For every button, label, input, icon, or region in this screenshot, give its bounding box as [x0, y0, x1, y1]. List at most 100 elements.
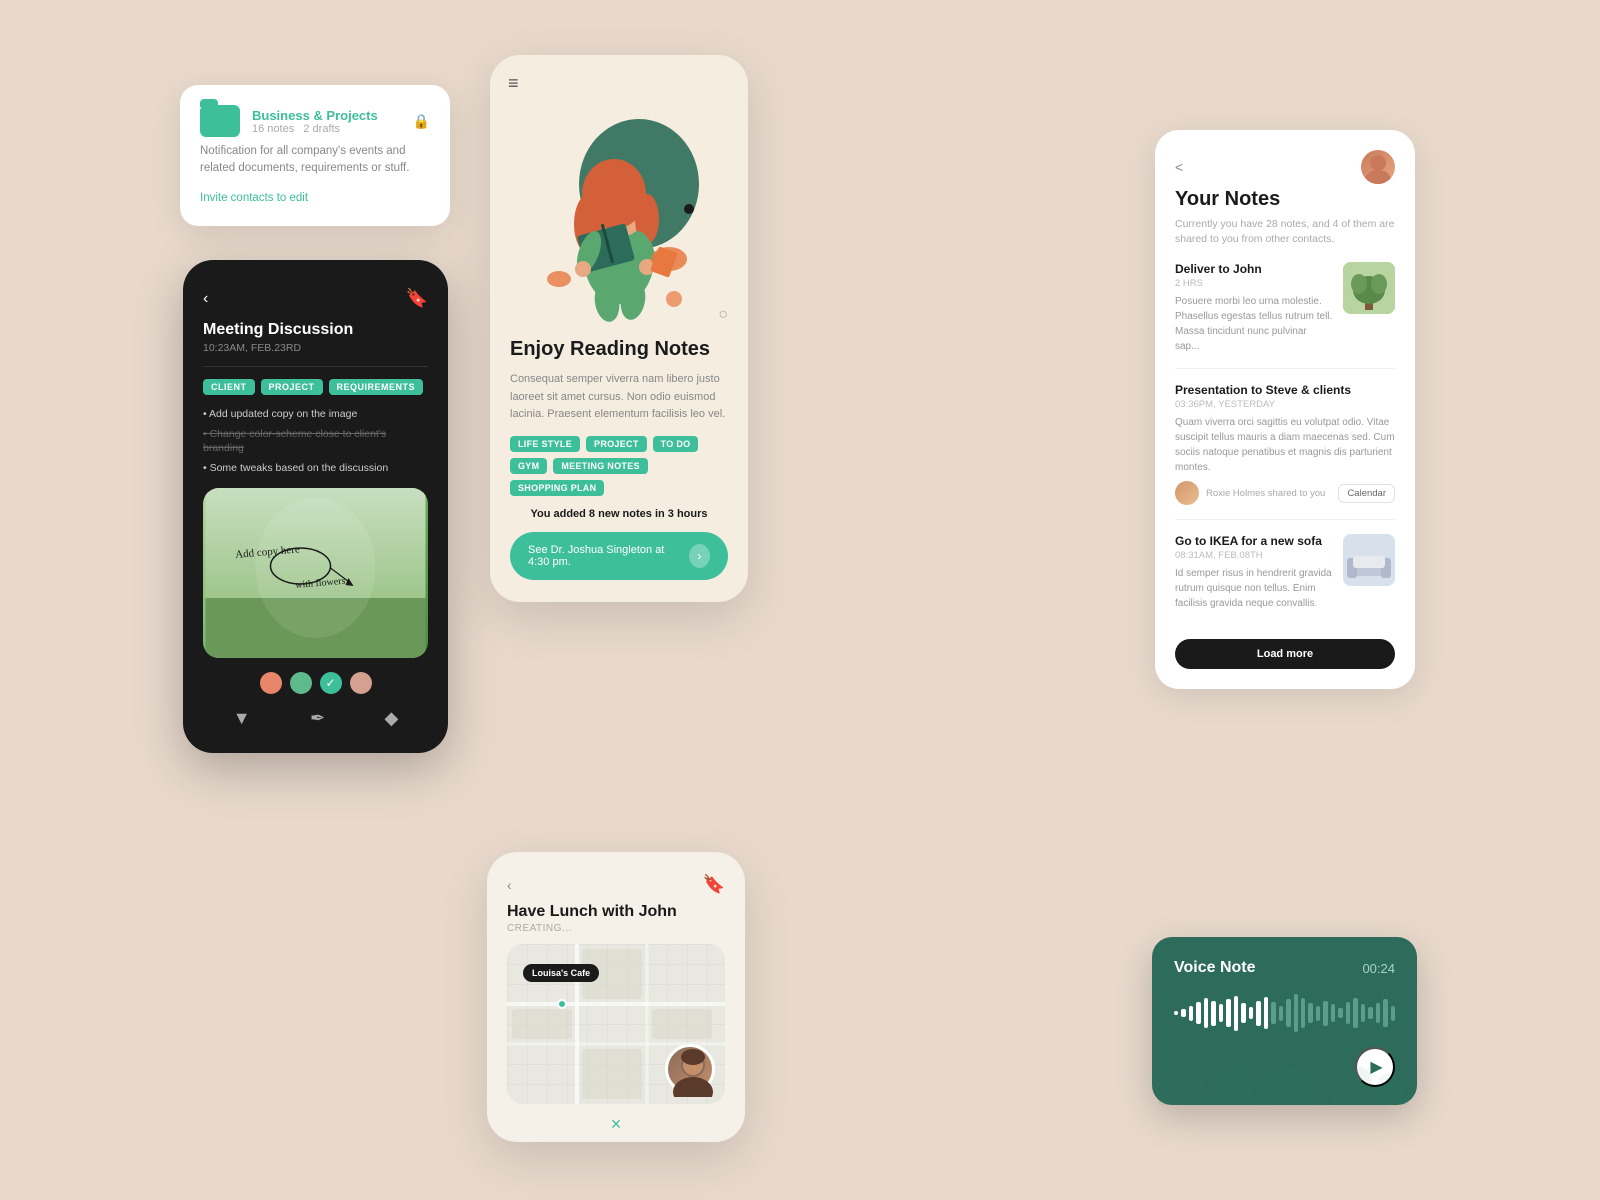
- meeting-bookmark-icon[interactable]: 🔖: [406, 288, 428, 309]
- text-tool-icon[interactable]: ▼: [233, 708, 251, 729]
- business-projects-card: Business & Projects 16 notes 2 drafts 🔒 …: [180, 85, 450, 226]
- wave-bar-0: [1174, 1011, 1178, 1015]
- note-item-presentation: Presentation to Steve & clients 03:36PM,…: [1175, 383, 1395, 520]
- wave-bar-2: [1189, 1006, 1193, 1021]
- wave-bar-3: [1196, 1002, 1200, 1024]
- wave-bar-10: [1249, 1007, 1253, 1019]
- note-deliver-desc: Posuere morbi leo urna molestie. Phasell…: [1175, 294, 1333, 354]
- wave-bar-26: [1368, 1007, 1372, 1019]
- wave-bar-22: [1338, 1008, 1342, 1018]
- color-dot-orange[interactable]: [260, 672, 282, 694]
- lunch-bookmark-icon[interactable]: 🔖: [703, 874, 725, 895]
- wave-bar-17: [1301, 998, 1305, 1028]
- load-more-button[interactable]: Load more: [1175, 639, 1395, 669]
- tag-gym: GYM: [510, 458, 547, 474]
- wave-bar-1: [1181, 1009, 1185, 1017]
- meeting-point-1: • Add updated copy on the image: [203, 407, 428, 422]
- business-title-group: Business & Projects 16 notes 2 drafts: [252, 108, 378, 135]
- notes-title: Your Notes: [1175, 188, 1395, 211]
- note-item-deliver-text: Deliver to John 2 HRS Posuere morbi leo …: [1175, 262, 1333, 354]
- note-item-ikea: Go to IKEA for a new sofa 08:31AM, FEB.0…: [1175, 534, 1395, 625]
- notes-header: <: [1175, 150, 1395, 184]
- color-dot-green[interactable]: [290, 672, 312, 694]
- business-title: Business & Projects: [252, 108, 378, 123]
- wave-bar-7: [1226, 999, 1230, 1027]
- wave-bar-4: [1204, 998, 1208, 1028]
- meeting-back-button[interactable]: ‹: [203, 290, 208, 308]
- map-pin: [557, 999, 567, 1009]
- wave-bar-9: [1241, 1003, 1245, 1023]
- color-dot-teal[interactable]: ✓: [320, 672, 342, 694]
- search-icon[interactable]: ○: [718, 306, 728, 324]
- wave-bar-15: [1286, 999, 1290, 1027]
- wave-bar-23: [1346, 1002, 1350, 1024]
- wave-bar-11: [1256, 1001, 1260, 1026]
- note-item-deliver: Deliver to John 2 HRS Posuere morbi leo …: [1175, 262, 1395, 369]
- reading-notes-card: ≡: [490, 55, 748, 602]
- wave-bar-29: [1391, 1006, 1395, 1021]
- reading-illustration: [490, 94, 748, 334]
- reminder-text: See Dr. Joshua Singleton at 4:30 pm.: [528, 544, 689, 568]
- note-presentation-desc: Quam viverra orci sagittis eu volutpat o…: [1175, 415, 1395, 475]
- tag-requirements: REQUIREMENTS: [329, 379, 424, 395]
- note-presentation-title: Presentation to Steve & clients: [1175, 383, 1395, 397]
- lunch-close: ×: [507, 1104, 725, 1142]
- wave-bar-25: [1361, 1004, 1365, 1022]
- shared-user: Roxie Holmes shared to you: [1175, 481, 1325, 505]
- close-icon[interactable]: ×: [611, 1114, 622, 1135]
- color-dot-peach[interactable]: [350, 672, 372, 694]
- reading-reminder-button[interactable]: See Dr. Joshua Singleton at 4:30 pm. ›: [510, 532, 728, 580]
- voice-duration: 00:24: [1362, 961, 1395, 976]
- reading-title: Enjoy Reading Notes: [510, 338, 710, 361]
- voice-header: Voice Note 00:24: [1174, 959, 1395, 977]
- lunch-map: Louisa's Cafe: [507, 944, 725, 1104]
- voice-note-card: Voice Note 00:24 ▶: [1152, 937, 1417, 1105]
- note-item-ikea-text: Go to IKEA for a new sofa 08:31AM, FEB.0…: [1175, 534, 1333, 611]
- meeting-tags: CLIENT PROJECT REQUIREMENTS: [203, 379, 428, 395]
- meeting-title: Meeting Discussion: [203, 321, 428, 339]
- meeting-nav: ‹ 🔖: [203, 288, 428, 309]
- meeting-discussion-card: ‹ 🔖 Meeting Discussion 10:23AM, FEB.23RD…: [183, 260, 448, 753]
- reading-tags: LIFE STYLE PROJECT TO DO GYM MEETING NOT…: [510, 436, 728, 496]
- wave-bar-18: [1308, 1003, 1312, 1023]
- tag-todo: TO DO: [653, 436, 699, 452]
- calendar-button[interactable]: Calendar: [1338, 484, 1395, 503]
- cafe-label[interactable]: Louisa's Cafe: [523, 964, 599, 982]
- wave-bar-12: [1264, 997, 1268, 1029]
- lunch-title: Have Lunch with John: [507, 903, 725, 921]
- meeting-point-2: • Change color-scheme close to client's …: [203, 427, 428, 456]
- wave-bar-13: [1271, 1002, 1275, 1024]
- wave-bar-27: [1376, 1003, 1380, 1023]
- tag-shopping-plan: SHOPPING PLAN: [510, 480, 604, 496]
- reading-menu-icon[interactable]: ≡: [490, 55, 748, 94]
- lunch-back-button[interactable]: ‹: [507, 877, 512, 893]
- lunch-nav: ‹ 🔖: [507, 874, 725, 895]
- tag-client: CLIENT: [203, 379, 255, 395]
- note-presentation-time: 03:36PM, YESTERDAY: [1175, 399, 1395, 410]
- your-notes-card: < Your Notes Currently you have 28 notes…: [1155, 130, 1415, 689]
- notes-back-button[interactable]: <: [1175, 159, 1183, 175]
- pen-tool-icon[interactable]: ✒: [310, 708, 325, 729]
- wave-bar-14: [1279, 1006, 1283, 1021]
- tag-lifestyle: LIFE STYLE: [510, 436, 580, 452]
- tag-project: PROJECT: [586, 436, 647, 452]
- reminder-action-icon[interactable]: ›: [689, 544, 710, 568]
- meeting-image: Add copy here with flowers: [203, 488, 428, 658]
- meeting-date: 10:23AM, FEB.23RD: [203, 342, 428, 354]
- invite-contacts-link[interactable]: Invite contacts to edit: [200, 192, 308, 204]
- reading-description: Consequat semper viverra nam libero just…: [510, 371, 728, 424]
- lock-icon: 🔒: [413, 113, 430, 130]
- user-avatar: [1361, 150, 1395, 184]
- reading-content: Enjoy Reading Notes ○ Consequat semper v…: [490, 334, 748, 580]
- business-icon-title: Business & Projects 16 notes 2 drafts: [200, 105, 378, 137]
- note-ikea-title: Go to IKEA for a new sofa: [1175, 534, 1333, 548]
- business-card-header: Business & Projects 16 notes 2 drafts 🔒: [200, 105, 430, 137]
- wave-bar-5: [1211, 1001, 1215, 1026]
- note-ikea-desc: Id semper risus in hendrerit gravida rut…: [1175, 566, 1333, 611]
- eraser-tool-icon[interactable]: ◆: [384, 708, 398, 729]
- note-ikea-thumbnail: [1343, 534, 1395, 586]
- wave-bar-16: [1294, 994, 1298, 1032]
- tag-meeting-notes: MEETING NOTES: [553, 458, 647, 474]
- voice-title: Voice Note: [1174, 959, 1256, 977]
- shared-text: Roxie Holmes shared to you: [1206, 488, 1325, 499]
